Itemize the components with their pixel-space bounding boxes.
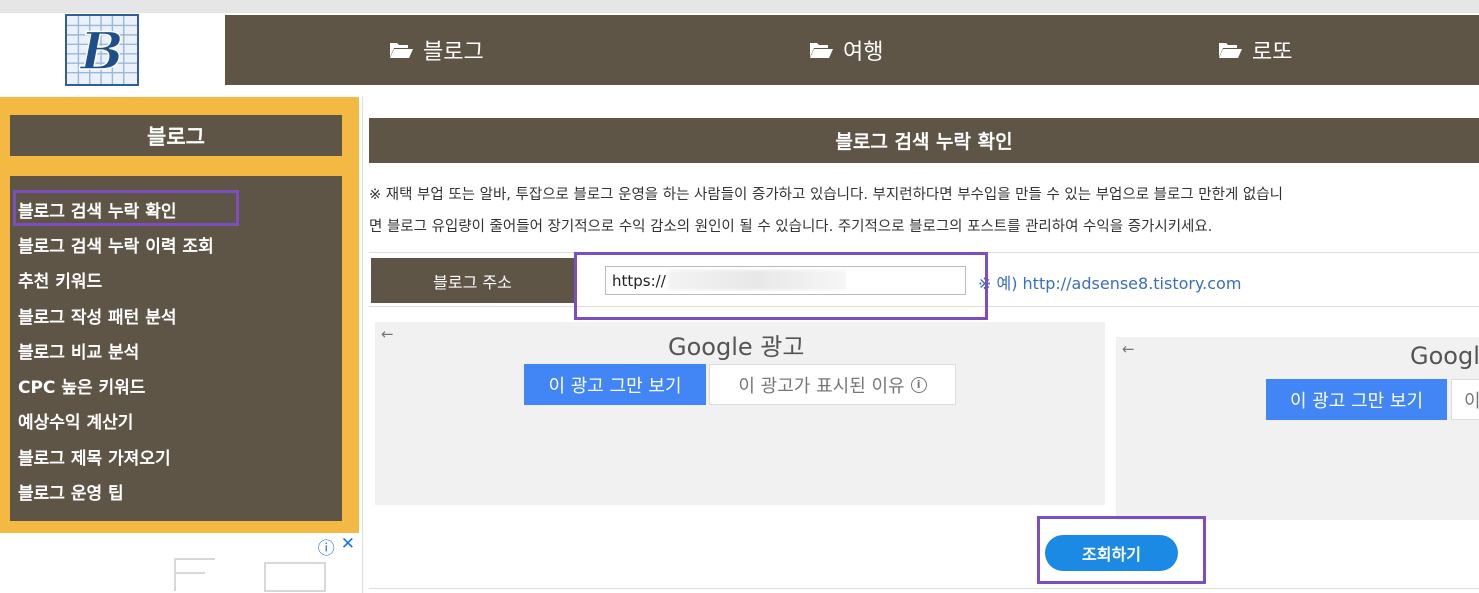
ad-feedback-panel-2: ← Googl 이 광고 그만 보기 이 (1116, 337, 1479, 520)
logo-area: B (0, 13, 225, 87)
address-input-highlight (574, 252, 988, 320)
sidebar-item-revenue-calculator[interactable]: 예상수익 계산기 (18, 408, 133, 433)
sidebar: 블로그 블로그 검색 누락 확인 블로그 검색 누락 이력 조회 추천 키워드 … (0, 97, 359, 533)
submit-button-highlight (1037, 516, 1206, 584)
nav-item-label: 로또 (1252, 40, 1293, 65)
why-this-ad-button[interactable]: 이 광고가 표시된 이유 i (709, 364, 956, 405)
sidebar-item-operation-tips[interactable]: 블로그 운영 팁 (18, 479, 124, 504)
close-icon[interactable]: ✕ (341, 534, 355, 559)
address-example-hint: ※ 예) http://adsense8.tistory.com (978, 274, 1242, 293)
sidebar-menu: 블로그 검색 누락 확인 블로그 검색 누락 이력 조회 추천 키워드 블로그 … (10, 176, 342, 521)
sidebar-item-fetch-titles[interactable]: 블로그 제목 가져오기 (18, 444, 171, 469)
sidebar-item-cpc-keywords[interactable]: CPC 높은 키워드 (18, 373, 145, 398)
logo-icon: B (67, 16, 137, 84)
folder-open-icon (390, 43, 413, 58)
ad-feedback-panel-1: ← Google 광고 이 광고 그만 보기 이 광고가 표시된 이유 i (375, 322, 1105, 505)
nav-item-travel[interactable]: 여행 (809, 15, 883, 85)
nav-item-label: 여행 (843, 40, 884, 65)
stop-seeing-ad-button[interactable]: 이 광고 그만 보기 (524, 364, 706, 405)
sidebar-item-missing-history[interactable]: 블로그 검색 누락 이력 조회 (18, 232, 214, 257)
bottom-divider (369, 588, 1479, 589)
sidebar-title: 블로그 (10, 115, 342, 156)
description-line-2: 면 블로그 유입량이 줄어들어 장기적으로 수익 감소의 원인이 될 수 있습니… (369, 219, 1213, 235)
top-strip (0, 0, 1479, 13)
google-ad-label: Googl (1410, 342, 1479, 370)
sidebar-item-comparison[interactable]: 블로그 비교 분석 (18, 338, 139, 363)
why-this-ad-button[interactable]: 이 (1451, 379, 1479, 420)
back-arrow-icon[interactable]: ← (381, 325, 394, 343)
stop-seeing-ad-button[interactable]: 이 광고 그만 보기 (1266, 379, 1447, 420)
folder-open-icon (810, 43, 833, 58)
description-line-1: ※ 재택 부업 또는 알바, 투잡으로 블로그 운영을 하는 사람들이 증가하고… (369, 187, 1283, 203)
nav-item-lotto[interactable]: 로또 (1218, 15, 1292, 85)
ad-info-icon[interactable]: ⓘ (318, 534, 335, 559)
why-this-ad-label: 이 광고가 표시된 이유 (738, 375, 905, 397)
nav-item-blog[interactable]: 블로그 (389, 15, 484, 85)
ad-controls: ⓘ ✕ (318, 534, 355, 559)
sidebar-item-missing-check[interactable]: 블로그 검색 누락 확인 (18, 197, 177, 222)
sidebar-item-writing-pattern[interactable]: 블로그 작성 패턴 분석 (18, 303, 177, 328)
back-arrow-icon[interactable]: ← (1122, 340, 1135, 358)
left-ad: ⓘ ✕ (0, 533, 359, 593)
google-ad-label: Google 광고 (668, 333, 805, 361)
content-divider (362, 97, 363, 593)
sidebar-item-recommended-keywords[interactable]: 추천 키워드 (18, 267, 102, 292)
logo-letter: B (78, 22, 123, 82)
ad-placeholder-graphic (174, 558, 326, 592)
folder-open-icon (1219, 43, 1242, 58)
blog-address-label: 블로그 주소 (371, 258, 574, 303)
nav-item-label: 블로그 (423, 40, 484, 65)
site-logo[interactable]: B (65, 14, 139, 86)
page-title: 블로그 검색 누락 확인 (369, 118, 1479, 163)
info-icon: i (910, 376, 927, 393)
why-this-ad-label: 이 (1464, 390, 1479, 412)
top-navigation: 블로그 여행 로또 (225, 15, 1479, 85)
